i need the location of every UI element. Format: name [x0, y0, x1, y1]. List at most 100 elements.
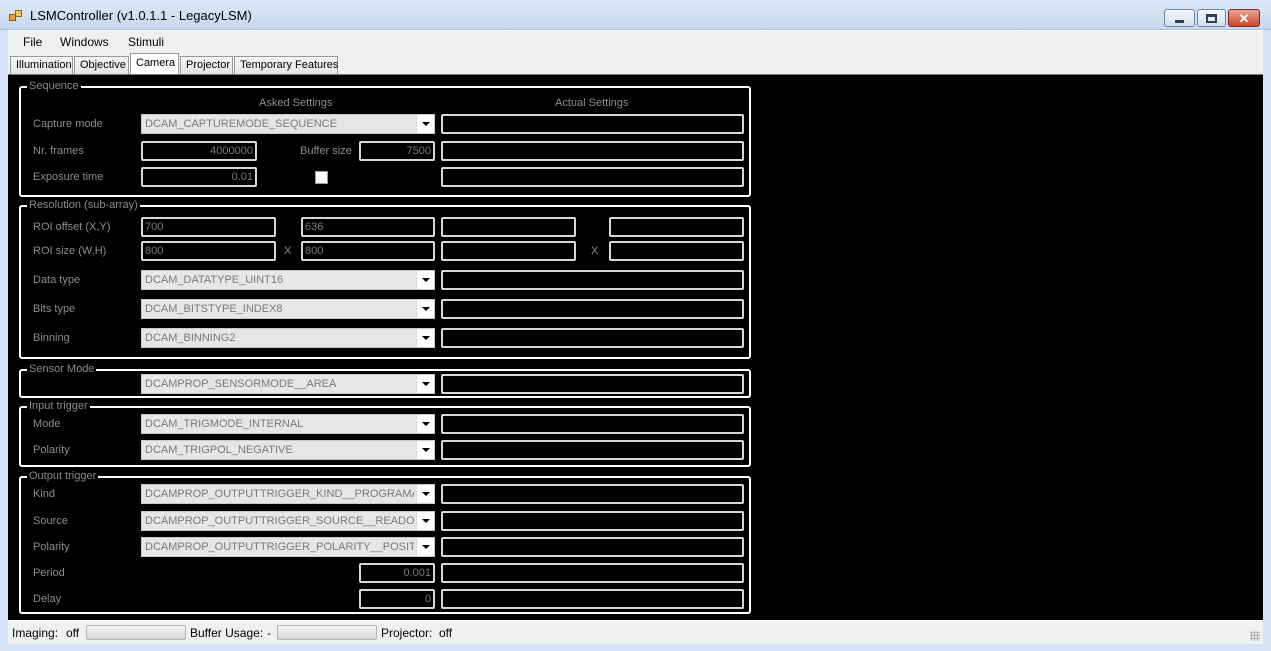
output-source-select[interactable]: DCAMPROP_OUTPUTTRIGGER_SOURCE__READOUTEN…: [141, 511, 435, 531]
roi-size-h-input[interactable]: 800: [301, 241, 435, 261]
projector-value: off: [439, 626, 453, 640]
minimize-button[interactable]: [1164, 9, 1195, 27]
output-kind-actual: [441, 484, 744, 504]
data-type-label: Data type: [33, 274, 81, 286]
input-trigger-group: Input trigger Mode DCAM_TRIGMODE_INTERNA…: [19, 399, 751, 467]
bits-type-value: DCAM_BITSTYPE_INDEX8: [145, 303, 283, 315]
menu-windows[interactable]: Windows: [60, 35, 109, 49]
exposure-time-actual: [441, 167, 744, 187]
output-polarity-select[interactable]: DCAMPROP_OUTPUTTRIGGER_POLARITY__POSITIV…: [141, 537, 435, 557]
window-frame-left: [0, 30, 8, 651]
nr-frames-label: Nr. frames: [33, 145, 84, 157]
tab-strip: Illumination Objective Camera Projector …: [8, 53, 1263, 74]
buffer-size-input[interactable]: 7500: [359, 141, 435, 161]
sequence-legend: Sequence: [27, 79, 81, 93]
resize-grip-icon[interactable]: [1250, 631, 1260, 641]
data-type-value: DCAM_DATATYPE_UINT16: [145, 274, 284, 286]
trigger-polarity-select[interactable]: DCAM_TRIGPOL_NEGATIVE: [141, 440, 435, 460]
sensor-mode-select[interactable]: DCAMPROP_SENSORMODE__AREA: [141, 374, 435, 394]
camera-panel: Sequence Asked Settings Actual Settings …: [8, 74, 1263, 620]
tab-temporary-features[interactable]: Temporary Features: [234, 56, 338, 74]
chevron-down-icon: [416, 415, 434, 433]
binning-actual: [441, 328, 744, 348]
chevron-down-icon: [416, 485, 434, 503]
exposure-time-input[interactable]: 0.01: [141, 167, 257, 187]
roi-size-w-input[interactable]: 800: [141, 241, 276, 261]
output-kind-value: DCAMPROP_OUTPUTTRIGGER_KIND__PROGRAMABLE: [145, 488, 414, 500]
trigger-mode-actual: [441, 414, 744, 434]
chevron-down-icon: [416, 441, 434, 459]
asked-settings-header: Asked Settings: [259, 97, 333, 109]
output-period-actual: [441, 563, 744, 583]
sensor-mode-group: Sensor Mode DCAMPROP_SENSORMODE__AREA: [19, 362, 751, 398]
roi-offset-y-input[interactable]: 636: [301, 217, 435, 237]
output-polarity-actual: [441, 537, 744, 557]
resolution-legend: Resolution (sub-array): [27, 198, 140, 212]
sensor-mode-legend: Sensor Mode: [27, 362, 97, 376]
binning-value: DCAM_BINNING2: [145, 332, 236, 344]
imaging-label: Imaging:: [12, 626, 59, 640]
imaging-value: off: [66, 626, 80, 640]
sensor-mode-actual: [441, 374, 744, 394]
window-frame-bottom: [0, 644, 1271, 651]
output-period-input[interactable]: 0.001: [359, 563, 435, 583]
projector-label: Projector:: [381, 626, 433, 640]
roi-size-h-actual: [609, 241, 744, 261]
roi-size-separator: X: [284, 245, 292, 257]
app-icon: [9, 10, 23, 22]
input-trigger-legend: Input trigger: [27, 399, 90, 413]
output-source-value: DCAMPROP_OUTPUTTRIGGER_SOURCE__READOUTEN…: [145, 515, 414, 527]
output-kind-label: Kind: [33, 488, 56, 500]
close-button[interactable]: ✕: [1228, 9, 1260, 27]
nr-frames-input[interactable]: 4000000: [141, 141, 257, 161]
status-bar: Imaging: off Buffer Usage: - Projector: …: [8, 621, 1263, 644]
trigger-mode-select[interactable]: DCAM_TRIGMODE_INTERNAL: [141, 414, 435, 434]
data-type-select[interactable]: DCAM_DATATYPE_UINT16: [141, 270, 435, 290]
chevron-down-icon: [416, 300, 434, 318]
roi-offset-x-input[interactable]: 700: [141, 217, 276, 237]
output-delay-input[interactable]: 0: [359, 589, 435, 609]
menu-bar: File Windows Stimuli: [8, 31, 1263, 53]
bits-type-label: Bits type: [33, 303, 76, 315]
tab-objective[interactable]: Objective: [74, 56, 129, 74]
menu-stimuli[interactable]: Stimuli: [128, 35, 164, 49]
maximize-button[interactable]: [1197, 9, 1226, 27]
sequence-group: Sequence Asked Settings Actual Settings …: [19, 79, 751, 197]
chevron-down-icon: [416, 329, 434, 347]
capture-mode-value: DCAM_CAPTUREMODE_SEQUENCE: [145, 118, 337, 130]
trigger-mode-value: DCAM_TRIGMODE_INTERNAL: [145, 418, 304, 430]
title-bar: LSMController (v1.0.1.1 - LegacyLSM) ✕: [0, 0, 1271, 30]
window-frame-right: [1263, 30, 1271, 651]
tab-camera[interactable]: Camera: [130, 53, 179, 74]
trigger-polarity-value: DCAM_TRIGPOL_NEGATIVE: [145, 444, 293, 456]
imaging-progress-bar: [86, 625, 186, 640]
roi-size-actual-separator: X: [591, 245, 599, 257]
buffer-usage-progress-bar: [277, 625, 377, 640]
output-trigger-group: Output trigger Kind DCAMPROP_OUTPUTTRIGG…: [19, 469, 751, 614]
chevron-down-icon: [416, 375, 434, 393]
capture-mode-actual: [441, 114, 744, 134]
bits-type-select[interactable]: DCAM_BITSTYPE_INDEX8: [141, 299, 435, 319]
chevron-down-icon: [416, 115, 434, 133]
buffer-usage-value: -: [267, 626, 271, 640]
output-kind-select[interactable]: DCAMPROP_OUTPUTTRIGGER_KIND__PROGRAMABLE: [141, 484, 435, 504]
maximize-icon: [1206, 13, 1217, 23]
buffer-usage-label: Buffer Usage:: [190, 626, 264, 640]
actual-settings-header: Actual Settings: [555, 97, 629, 109]
output-delay-actual: [441, 589, 744, 609]
binning-label: Binning: [33, 332, 70, 344]
binning-select[interactable]: DCAM_BINNING2: [141, 328, 435, 348]
capture-mode-select[interactable]: DCAM_CAPTUREMODE_SEQUENCE: [141, 114, 435, 134]
menu-file[interactable]: File: [23, 35, 42, 49]
tab-projector[interactable]: Projector: [180, 56, 233, 74]
trigger-polarity-actual: [441, 440, 744, 460]
tab-illumination[interactable]: Illumination: [10, 56, 73, 74]
output-polarity-label: Polarity: [33, 541, 70, 553]
trigger-mode-label: Mode: [33, 418, 61, 430]
sequence-checkbox[interactable]: [315, 171, 328, 184]
resolution-group: Resolution (sub-array) ROI offset (X,Y) …: [19, 198, 751, 359]
minimize-icon: [1175, 19, 1184, 23]
output-trigger-legend: Output trigger: [27, 469, 99, 483]
output-source-label: Source: [33, 515, 68, 527]
roi-offset-label: ROI offset (X,Y): [33, 221, 111, 233]
